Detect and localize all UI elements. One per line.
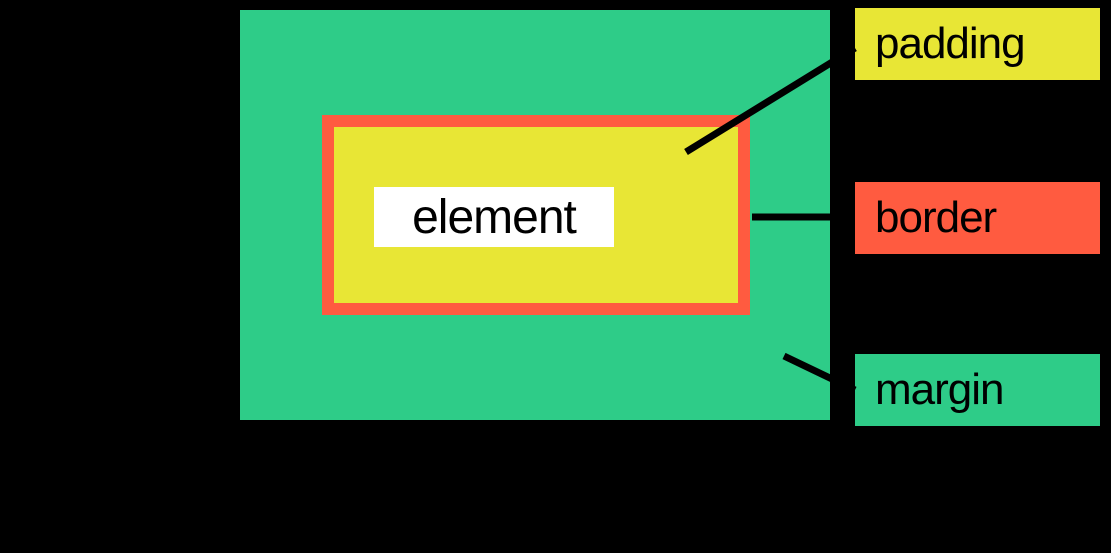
- legend-margin-label: margin: [875, 365, 1004, 415]
- element-content: element: [374, 187, 614, 247]
- legend-border-label: border: [875, 193, 996, 243]
- legend-margin: margin: [855, 354, 1100, 426]
- legend-padding: padding: [855, 8, 1100, 80]
- legend-padding-label: padding: [875, 19, 1025, 69]
- legend-border: border: [855, 182, 1100, 254]
- element-label: element: [412, 190, 576, 245]
